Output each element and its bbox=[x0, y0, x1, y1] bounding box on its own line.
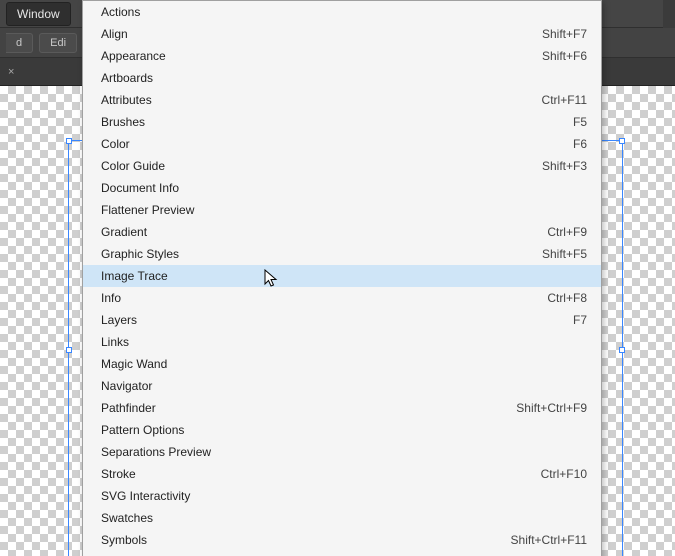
menu-item-transform[interactable]: TransformShift+F8 bbox=[83, 551, 601, 556]
menu-item-label: Stroke bbox=[101, 467, 501, 481]
menu-item-attributes[interactable]: AttributesCtrl+F11 bbox=[83, 89, 601, 111]
menu-item-label: Symbols bbox=[101, 533, 471, 547]
menu-item-label: Gradient bbox=[101, 225, 507, 239]
menu-item-label: Separations Preview bbox=[101, 445, 547, 459]
menu-item-label: Magic Wand bbox=[101, 357, 547, 371]
menu-item-label: Navigator bbox=[101, 379, 547, 393]
menu-item-label: Links bbox=[101, 335, 547, 349]
menu-item-label: Actions bbox=[101, 5, 547, 19]
menu-item-label: Attributes bbox=[101, 93, 502, 107]
menu-item-actions[interactable]: Actions bbox=[83, 1, 601, 23]
menu-item-label: Color Guide bbox=[101, 159, 502, 173]
menu-item-align[interactable]: AlignShift+F7 bbox=[83, 23, 601, 45]
right-panel-sliver bbox=[663, 0, 675, 28]
menu-item-label: Pathfinder bbox=[101, 401, 476, 415]
menu-item-pathfinder[interactable]: PathfinderShift+Ctrl+F9 bbox=[83, 397, 601, 419]
menu-item-label: SVG Interactivity bbox=[101, 489, 547, 503]
menu-item-label: Info bbox=[101, 291, 507, 305]
menu-item-label: Swatches bbox=[101, 511, 547, 525]
menu-item-stroke[interactable]: StrokeCtrl+F10 bbox=[83, 463, 601, 485]
menu-item-label: Flattener Preview bbox=[101, 203, 547, 217]
menu-item-magic-wand[interactable]: Magic Wand bbox=[83, 353, 601, 375]
selection-handle-top-left[interactable] bbox=[66, 138, 72, 144]
menu-item-document-info[interactable]: Document Info bbox=[83, 177, 601, 199]
window-menu-dropdown: ActionsAlignShift+F7AppearanceShift+F6Ar… bbox=[82, 0, 602, 556]
menu-item-label: Layers bbox=[101, 313, 533, 327]
toolbar-button-edit[interactable]: Edi bbox=[39, 33, 77, 53]
menu-item-shortcut: Ctrl+F10 bbox=[501, 467, 587, 481]
menu-item-label: Brushes bbox=[101, 115, 533, 129]
menu-item-label: Artboards bbox=[101, 71, 547, 85]
menu-item-shortcut: Ctrl+F9 bbox=[507, 225, 587, 239]
menu-item-label: Color bbox=[101, 137, 533, 151]
toolbar-button-partial[interactable]: d bbox=[6, 33, 33, 53]
app-root: Window d Edi × ActionsAlignShift+F7Appea… bbox=[0, 0, 675, 556]
close-icon[interactable]: × bbox=[8, 66, 14, 78]
menu-item-pattern-options[interactable]: Pattern Options bbox=[83, 419, 601, 441]
menu-item-shortcut: Shift+F6 bbox=[502, 49, 587, 63]
menu-item-appearance[interactable]: AppearanceShift+F6 bbox=[83, 45, 601, 67]
menu-item-shortcut: Shift+Ctrl+F9 bbox=[476, 401, 587, 415]
menu-item-color-guide[interactable]: Color GuideShift+F3 bbox=[83, 155, 601, 177]
menubar-item-window[interactable]: Window bbox=[6, 2, 71, 26]
menu-item-shortcut: Shift+F5 bbox=[502, 247, 587, 261]
menu-item-navigator[interactable]: Navigator bbox=[83, 375, 601, 397]
menu-item-shortcut: Ctrl+F8 bbox=[507, 291, 587, 305]
menu-item-color[interactable]: ColorF6 bbox=[83, 133, 601, 155]
document-tab[interactable]: × bbox=[2, 62, 20, 82]
menu-item-brushes[interactable]: BrushesF5 bbox=[83, 111, 601, 133]
menu-item-shortcut: F6 bbox=[533, 137, 587, 151]
selection-handle-top-right[interactable] bbox=[619, 138, 625, 144]
menu-item-label: Align bbox=[101, 27, 502, 41]
menu-item-image-trace[interactable]: Image Trace bbox=[83, 265, 601, 287]
menu-item-gradient[interactable]: GradientCtrl+F9 bbox=[83, 221, 601, 243]
menu-item-shortcut: Shift+F3 bbox=[502, 159, 587, 173]
menu-item-label: Document Info bbox=[101, 181, 547, 195]
menu-item-shortcut: Ctrl+F11 bbox=[502, 93, 587, 107]
menu-item-graphic-styles[interactable]: Graphic StylesShift+F5 bbox=[83, 243, 601, 265]
menu-item-label: Pattern Options bbox=[101, 423, 547, 437]
menu-item-label: Graphic Styles bbox=[101, 247, 502, 261]
menu-item-label: Appearance bbox=[101, 49, 502, 63]
menu-item-links[interactable]: Links bbox=[83, 331, 601, 353]
menu-item-symbols[interactable]: SymbolsShift+Ctrl+F11 bbox=[83, 529, 601, 551]
menu-item-svg-interactivity[interactable]: SVG Interactivity bbox=[83, 485, 601, 507]
menu-item-layers[interactable]: LayersF7 bbox=[83, 309, 601, 331]
selection-handle-mid-left[interactable] bbox=[66, 347, 72, 353]
menu-item-artboards[interactable]: Artboards bbox=[83, 67, 601, 89]
selection-handle-mid-right[interactable] bbox=[619, 347, 625, 353]
menu-item-separations-preview[interactable]: Separations Preview bbox=[83, 441, 601, 463]
menu-item-shortcut: Shift+F7 bbox=[502, 27, 587, 41]
menu-item-info[interactable]: InfoCtrl+F8 bbox=[83, 287, 601, 309]
menu-item-shortcut: Shift+Ctrl+F11 bbox=[471, 533, 587, 547]
menu-item-swatches[interactable]: Swatches bbox=[83, 507, 601, 529]
menu-item-flattener-preview[interactable]: Flattener Preview bbox=[83, 199, 601, 221]
menu-item-label: Image Trace bbox=[101, 269, 547, 283]
menu-item-shortcut: F7 bbox=[533, 313, 587, 327]
menu-item-shortcut: F5 bbox=[533, 115, 587, 129]
